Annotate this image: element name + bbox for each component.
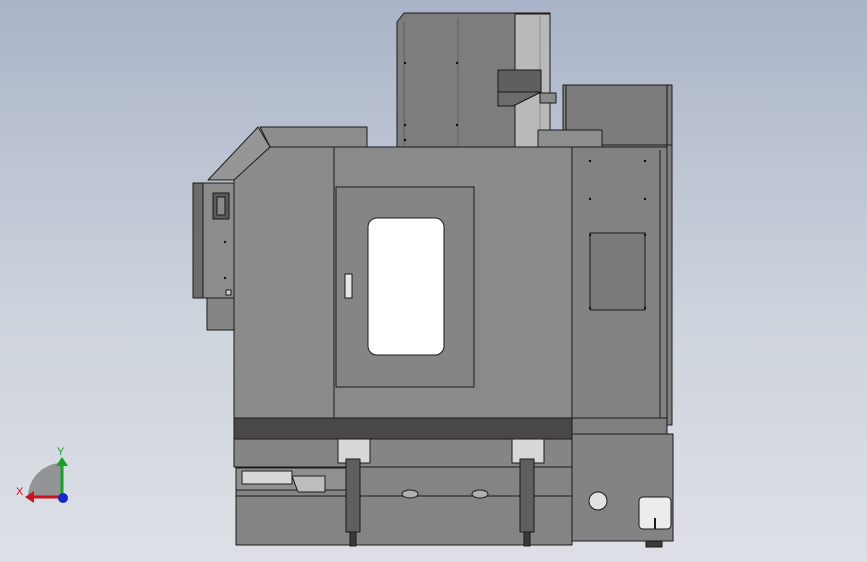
panel-rivet: [588, 159, 592, 163]
panel-rivet: [643, 233, 647, 237]
panel-rivet: [643, 159, 647, 163]
panel-rivet: [643, 306, 647, 310]
door-window: [367, 217, 445, 356]
panel-rivet: [403, 123, 407, 127]
panel-rivet: [588, 233, 592, 237]
panel-rivet: [223, 240, 227, 244]
right-base-strip: [571, 417, 668, 435]
panel-rivet: [403, 138, 407, 142]
door-handle[interactable]: [344, 273, 353, 299]
cad-viewport[interactable]: Y X: [0, 0, 867, 562]
right-base-cabinet: [571, 433, 674, 548]
spindle-column: [396, 12, 557, 151]
panel-rivet: [643, 197, 647, 201]
panel-rivet: [455, 123, 459, 127]
coolant-port: [588, 491, 608, 511]
panel-rivet: [455, 61, 459, 65]
side-control-box[interactable]: [192, 182, 235, 331]
base-band: [233, 417, 573, 440]
panel-rivet: [403, 61, 407, 65]
panel-rivet: [223, 276, 227, 280]
front-door[interactable]: [335, 186, 475, 388]
panel-rivet: [588, 306, 592, 310]
machine-model[interactable]: [0, 0, 867, 562]
panel-rivet: [588, 197, 592, 201]
